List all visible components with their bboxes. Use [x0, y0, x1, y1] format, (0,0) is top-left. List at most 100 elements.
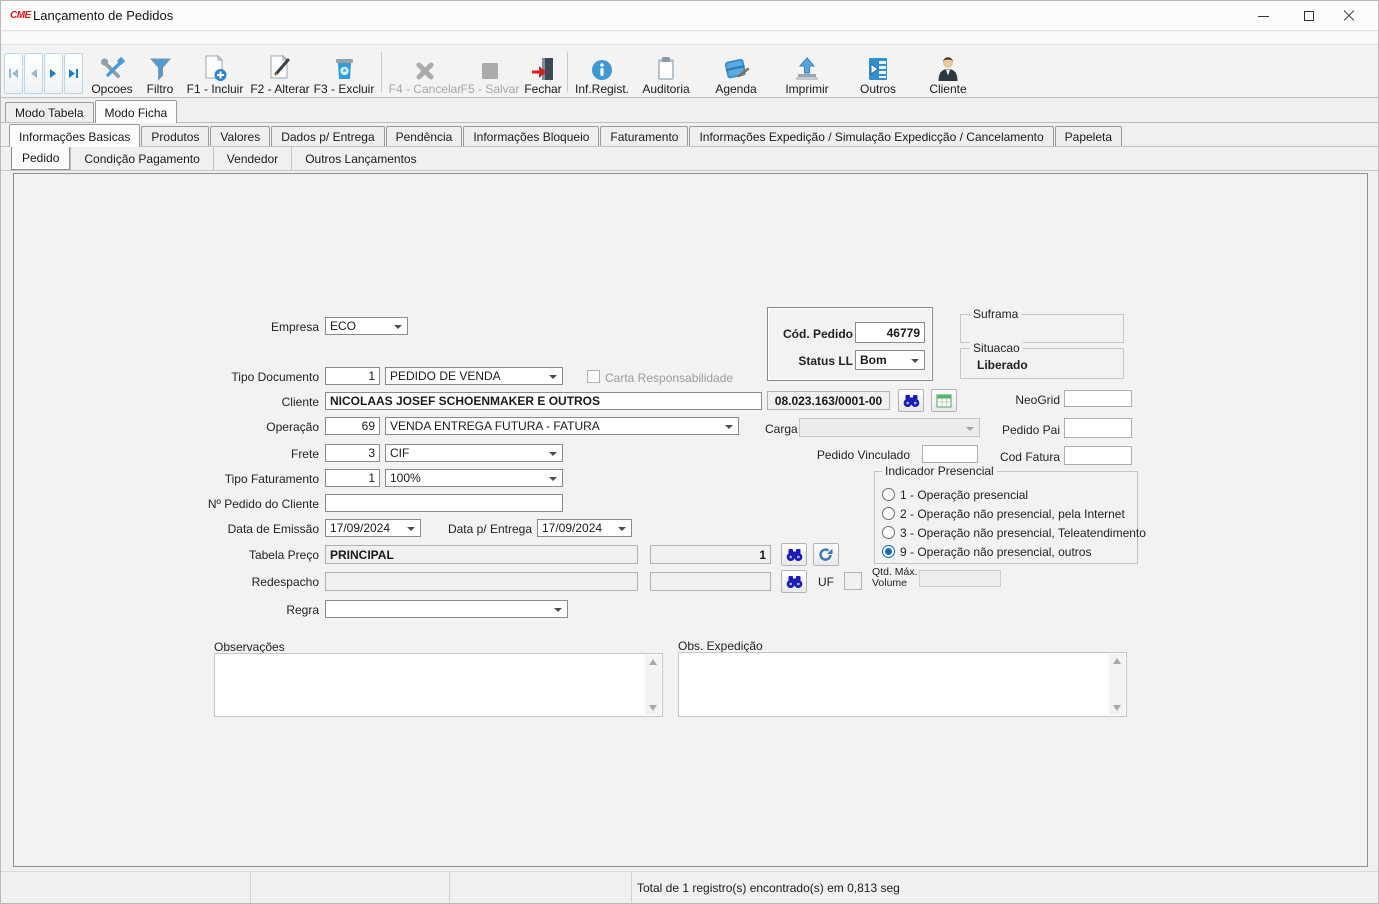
pedido-pai-input[interactable]: [1064, 418, 1132, 438]
empresa-label: Empresa: [152, 320, 319, 334]
indicador-presencial-label: Indicador Presencial: [882, 464, 997, 478]
data-entrega-picker[interactable]: 17/09/2024: [537, 519, 632, 537]
cod-fatura-label: Cod Fatura: [960, 450, 1060, 464]
scroll-down-icon[interactable]: [1113, 705, 1121, 711]
carta-responsabilidade-label: Carta Responsabilidade: [605, 371, 733, 385]
observacoes-textarea[interactable]: [214, 653, 663, 717]
agenda-button[interactable]: Agenda: [705, 48, 767, 96]
cliente-calendar-button[interactable]: [931, 389, 957, 412]
tab-pedido[interactable]: Pedido: [11, 146, 70, 170]
tipo-documento-select[interactable]: PEDIDO DE VENDA: [385, 367, 563, 385]
qtd-max-volume-field: [919, 570, 1001, 587]
calendar-table-icon: [936, 394, 952, 408]
obs-expedicao-scrollbar[interactable]: [1109, 654, 1125, 715]
tab-produtos[interactable]: Produtos: [141, 126, 209, 146]
cod-fatura-input[interactable]: [1064, 446, 1132, 465]
scroll-up-icon[interactable]: [649, 659, 657, 665]
frete-code-input[interactable]: 3: [325, 444, 380, 462]
toolbar: Opcoes Filtro F1 - Incluir F2 - Alterar …: [1, 45, 1378, 98]
last-record-icon: [68, 68, 79, 79]
minimize-icon: [1258, 16, 1269, 17]
status-divider: [631, 872, 632, 903]
cliente-input[interactable]: NICOLAAS JOSEF SCHOENMAKER E OUTROS: [325, 392, 762, 410]
binoculars-icon: [903, 394, 920, 408]
scroll-down-icon[interactable]: [649, 705, 657, 711]
neogrid-input[interactable]: [1064, 390, 1132, 407]
tab-vendedor[interactable]: Vendedor: [213, 147, 291, 170]
tabela-preco-code-field: 1: [650, 545, 771, 564]
regra-select[interactable]: [325, 600, 568, 618]
cod-pedido-value: 46779: [855, 322, 925, 343]
radio-nao-presencial-internet[interactable]: [882, 507, 895, 520]
tab-informacoes-bloqueio[interactable]: Informações Bloqueio: [463, 126, 599, 146]
imprimir-button[interactable]: Imprimir: [775, 48, 839, 96]
nav-last-button[interactable]: [64, 53, 83, 94]
mode-tab-bar: Modo Tabela Modo Ficha: [1, 99, 1378, 123]
close-icon: [1343, 10, 1355, 22]
radio-nao-presencial-teleatendimento[interactable]: [882, 526, 895, 539]
carta-responsabilidade-checkbox[interactable]: [587, 370, 600, 383]
operacao-label: Operação: [152, 420, 319, 434]
auditoria-button[interactable]: Auditoria: [635, 48, 697, 96]
tab-dados-entrega[interactable]: Dados p/ Entrega: [271, 126, 384, 146]
scroll-up-icon[interactable]: [1113, 658, 1121, 664]
operacao-select[interactable]: VENDA ENTREGA FUTURA - FATURA: [385, 417, 739, 435]
menu-strip: [1, 32, 1378, 45]
status-ll-label: Status LL: [775, 354, 853, 368]
radio-nao-presencial-teleatendimento-label: 3 - Operação não presencial, Teleatendim…: [900, 526, 1146, 540]
tab-condicao-pagamento[interactable]: Condição Pagamento: [70, 147, 212, 170]
obs-expedicao-textarea[interactable]: [678, 652, 1127, 717]
nav-first-button[interactable]: [4, 53, 23, 94]
tab-informacoes-expedicao[interactable]: Informações Expedição / Simulação Expedi…: [689, 126, 1053, 146]
tab-modo-tabela[interactable]: Modo Tabela: [5, 102, 94, 122]
redespacho-code-field: [650, 572, 771, 591]
observacoes-label: Observações: [214, 640, 285, 654]
close-button[interactable]: [1326, 1, 1372, 31]
previous-record-icon: [28, 68, 39, 79]
empresa-select[interactable]: ECO: [325, 317, 408, 335]
save-icon: [479, 50, 501, 82]
tab-papeleta[interactable]: Papeleta: [1055, 126, 1122, 146]
nav-prev-button[interactable]: [24, 53, 43, 94]
status-ll-select[interactable]: Bom: [855, 350, 925, 370]
redespacho-search-button[interactable]: [781, 570, 807, 593]
cliente-button[interactable]: Cliente: [917, 48, 979, 96]
num-pedido-cliente-input[interactable]: [325, 494, 563, 512]
agenda-book-icon: [722, 50, 750, 82]
tab-informacoes-basicas[interactable]: Informações Basicas: [9, 124, 140, 147]
tab-valores[interactable]: Valores: [210, 126, 270, 146]
tabela-preco-label: Tabela Preço: [152, 548, 319, 562]
inf-regist-button[interactable]: Inf.Regist.: [569, 48, 635, 96]
tipo-faturamento-select[interactable]: 100%: [385, 469, 563, 487]
f5-salvar-button: F5 - Salvar: [455, 48, 525, 96]
f3-excluir-button[interactable]: F3 - Excluir: [307, 48, 381, 96]
tipo-faturamento-code-input[interactable]: 1: [325, 469, 380, 487]
tab-modo-ficha[interactable]: Modo Ficha: [95, 100, 178, 123]
radio-nao-presencial-outros[interactable]: [882, 545, 895, 558]
operacao-code-input[interactable]: 69: [325, 417, 380, 435]
tipo-documento-code-input[interactable]: 1: [325, 367, 380, 385]
radio-operacao-presencial[interactable]: [882, 488, 895, 501]
tab-pendencia[interactable]: Pendência: [386, 126, 463, 146]
outros-button[interactable]: Outros: [847, 48, 909, 96]
tabela-preco-refresh-button[interactable]: [813, 543, 839, 566]
frete-select[interactable]: CIF: [385, 444, 563, 462]
tab-faturamento[interactable]: Faturamento: [600, 126, 688, 146]
minimize-button[interactable]: [1240, 1, 1286, 31]
tabela-preco-search-button[interactable]: [781, 543, 807, 566]
document-edit-icon: [267, 50, 293, 82]
observacoes-scrollbar[interactable]: [645, 655, 661, 715]
tools-icon: [99, 50, 126, 82]
num-pedido-cliente-label: Nº Pedido do Cliente: [152, 497, 319, 511]
tab-outros-lancamentos[interactable]: Outros Lançamentos: [291, 147, 429, 170]
pedido-vinculado-label: Pedido Vinculado: [770, 448, 910, 462]
fechar-button[interactable]: Fechar: [519, 48, 567, 96]
opcoes-button[interactable]: Opcoes: [83, 48, 141, 96]
data-entrega-label: Data p/ Entrega: [422, 522, 532, 536]
cliente-search-button[interactable]: [898, 389, 924, 412]
obs-expedicao-label: Obs. Expedição: [678, 639, 763, 653]
maximize-icon: [1304, 11, 1314, 21]
nav-next-button[interactable]: [44, 53, 63, 94]
data-emissao-picker[interactable]: 17/09/2024: [325, 519, 421, 537]
status-divider: [449, 872, 450, 903]
